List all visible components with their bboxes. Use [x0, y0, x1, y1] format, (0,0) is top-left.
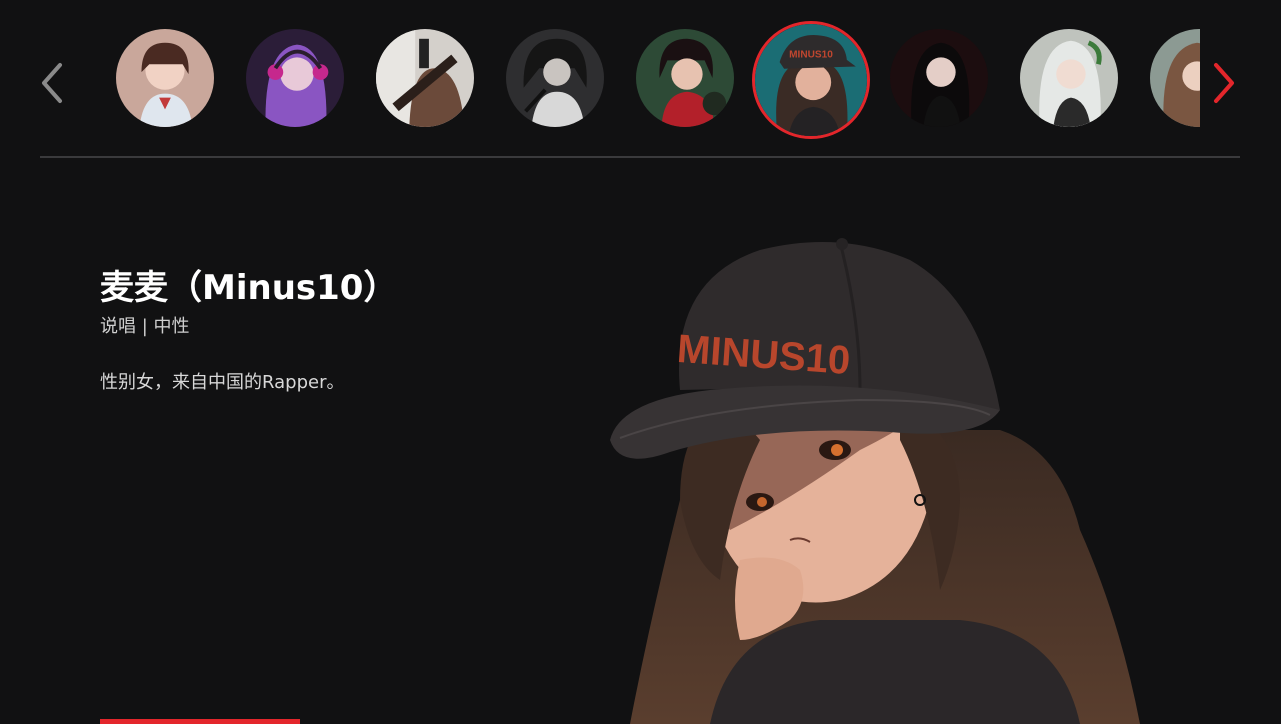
avatar-guitarist[interactable] — [376, 29, 474, 127]
avatar-long-hair-partial[interactable] — [1150, 29, 1200, 127]
avatar-girl-schoolgirl[interactable] — [116, 29, 214, 127]
chevron-right-icon — [1214, 63, 1234, 103]
artist-description: 性别女，来自中国的Rapper。 — [100, 372, 345, 393]
avatar-silver-hair[interactable] — [1020, 29, 1118, 127]
avatar-purple-hair-headphones[interactable] — [246, 29, 344, 127]
avatar-dark-hair-woman[interactable] — [890, 29, 988, 127]
artist-tags: 说唱 | 中性 — [100, 316, 190, 337]
carousel-divider — [40, 156, 1240, 158]
svg-text:MINUS10: MINUS10 — [789, 50, 833, 61]
artist-carousel: MINUS10 — [0, 0, 1281, 160]
avatar-boy-red-scarf[interactable] — [636, 29, 734, 127]
artist-portrait: MINUS10 — [560, 200, 1200, 724]
active-indicator-bar — [100, 719, 300, 724]
artist-page: MINUS10 麦麦（Minus10） 说唱 | 中性 性别女，来自中国的Rap… — [0, 0, 1281, 724]
carousel-next-button[interactable] — [1210, 55, 1240, 111]
carousel-prev-button[interactable] — [38, 55, 68, 111]
avatar-track: MINUS10 — [112, 18, 1200, 146]
chevron-left-icon — [42, 63, 62, 103]
artist-name: 麦麦（Minus10） — [100, 268, 398, 308]
avatar-minus10[interactable]: MINUS10 — [752, 21, 870, 139]
avatar-singer-microphone[interactable] — [506, 29, 604, 127]
artist-info: 麦麦（Minus10） 说唱 | 中性 性别女，来自中国的Rapper。 — [100, 262, 560, 396]
